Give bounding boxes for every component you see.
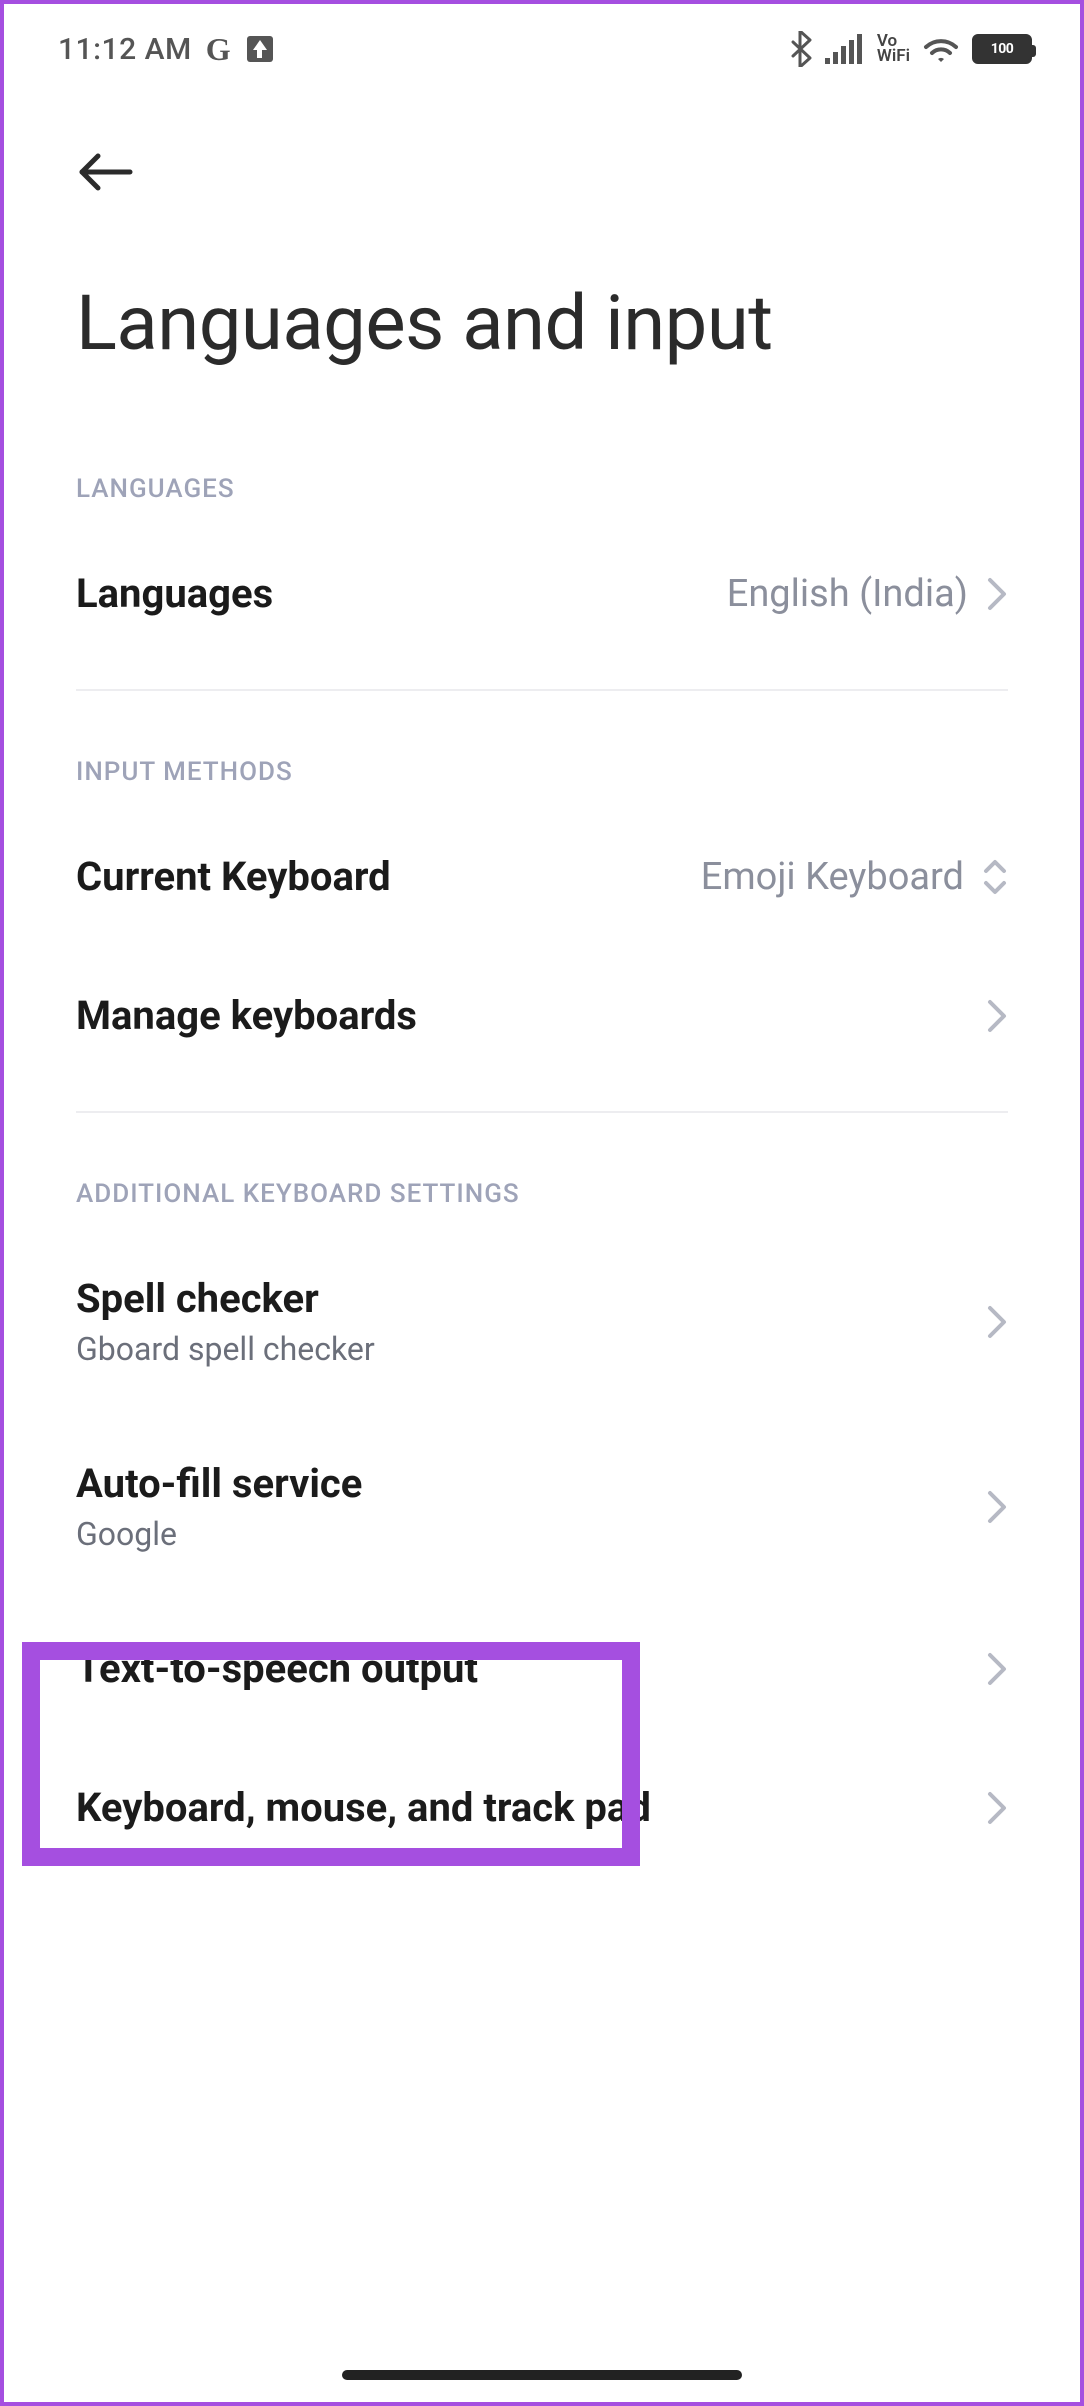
row-title: Text-to-speech output [76, 1645, 986, 1692]
upload-indicator-icon [247, 36, 273, 62]
row-title: Current Keyboard [76, 853, 701, 900]
row-title: Spell checker [76, 1275, 986, 1322]
row-value: Emoji Keyboard [701, 855, 964, 899]
nav-bar [4, 94, 1080, 222]
chevron-right-icon [986, 1489, 1008, 1525]
wifi-icon [922, 34, 960, 64]
status-bar: 11:12 AM G Vo WiFi [4, 4, 1080, 94]
chevron-right-icon [986, 1651, 1008, 1687]
vowifi-indicator-icon: Vo WiFi [877, 34, 910, 65]
row-value: English (India) [727, 572, 968, 616]
section-header-input-methods: INPUT METHODS [4, 691, 1080, 807]
row-text-to-speech[interactable]: Text-to-speech output [4, 1599, 1080, 1738]
battery-icon: 100 [972, 34, 1032, 64]
chevron-right-icon [986, 998, 1008, 1034]
row-title: Languages [76, 570, 727, 617]
updown-selector-icon [982, 857, 1008, 897]
chevron-right-icon [986, 1304, 1008, 1340]
row-subtitle: Google [76, 1515, 986, 1553]
row-current-keyboard[interactable]: Current Keyboard Emoji Keyboard [4, 807, 1080, 946]
status-right: Vo WiFi 100 [789, 31, 1032, 67]
row-title: Auto-fill service [76, 1460, 986, 1507]
row-autofill-service[interactable]: Auto-fill service Google [4, 1414, 1080, 1599]
row-spell-checker[interactable]: Spell checker Gboard spell checker [4, 1229, 1080, 1414]
row-keyboard-mouse-trackpad[interactable]: Keyboard, mouse, and track pad [4, 1738, 1080, 1877]
row-subtitle: Gboard spell checker [76, 1330, 986, 1368]
row-manage-keyboards[interactable]: Manage keyboards [4, 946, 1080, 1085]
section-header-languages: LANGUAGES [4, 408, 1080, 524]
bluetooth-icon [789, 31, 813, 67]
row-title: Keyboard, mouse, and track pad [76, 1784, 986, 1831]
row-title: Manage keyboards [76, 992, 986, 1039]
status-time: 11:12 AM [58, 32, 192, 67]
arrow-left-icon [78, 152, 134, 192]
section-header-additional: ADDITIONAL KEYBOARD SETTINGS [4, 1113, 1080, 1229]
vowifi-bottom: WiFi [877, 49, 910, 64]
cellular-signal-icon [825, 34, 865, 64]
google-indicator-icon: G [206, 31, 231, 68]
status-left: 11:12 AM G [58, 31, 273, 68]
battery-level: 100 [991, 41, 1014, 57]
back-button[interactable] [76, 142, 136, 202]
chevron-right-icon [986, 576, 1008, 612]
chevron-right-icon [986, 1790, 1008, 1826]
row-languages[interactable]: Languages English (India) [4, 524, 1080, 663]
home-indicator[interactable] [342, 2370, 742, 2380]
page-title: Languages and input [4, 222, 1080, 408]
